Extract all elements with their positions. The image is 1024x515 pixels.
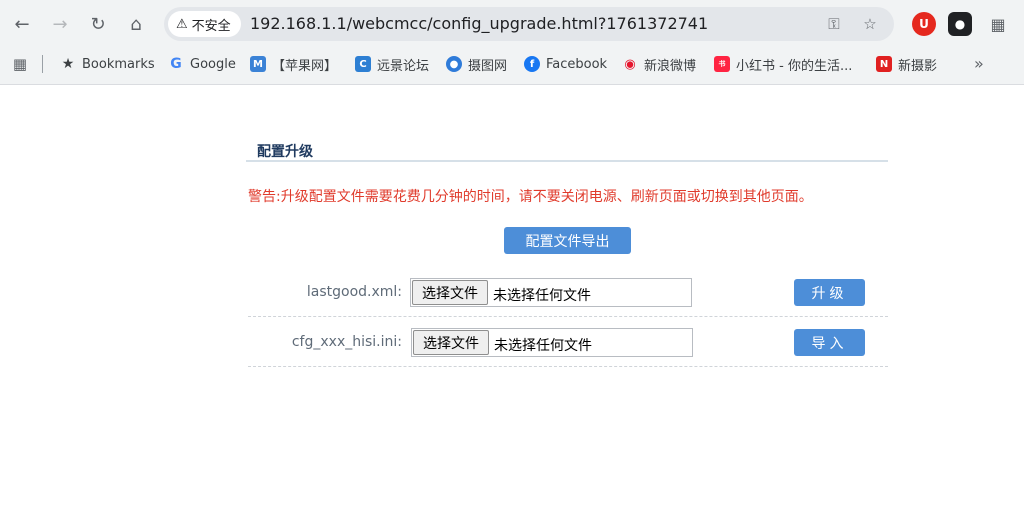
- upgrade-button[interactable]: 升级: [794, 279, 865, 306]
- bookmark-weibo[interactable]: ◉ 新浪微博: [622, 53, 696, 75]
- reload-icon[interactable]: ↻: [84, 10, 112, 38]
- tampermonkey-extension-icon[interactable]: ●: [948, 12, 972, 36]
- url-text[interactable]: 192.168.1.1/webcmcc/config_upgrade.html?…: [250, 14, 708, 33]
- bookmark-pcbeta[interactable]: C 远景论坛: [355, 53, 429, 75]
- cfg-hisi-choose-file-button[interactable]: 选择文件: [413, 330, 489, 355]
- row-divider: [248, 316, 888, 317]
- back-arrow-icon[interactable]: ←: [8, 10, 36, 38]
- bookmark-xiaohongshu[interactable]: 书 小红书 - 你的生活...: [714, 53, 852, 75]
- security-chip[interactable]: ⚠ 不安全: [168, 11, 241, 37]
- address-bar[interactable]: ⚠ 不安全 192.168.1.1/webcmcc/config_upgrade…: [164, 7, 894, 41]
- bookmark-apple-site[interactable]: M 【苹果网】: [250, 53, 337, 75]
- facebook-icon: f: [524, 56, 540, 72]
- extensions-puzzle-icon[interactable]: ▦: [986, 12, 1010, 36]
- home-icon[interactable]: ⌂: [122, 10, 150, 38]
- warning-triangle-icon: ⚠: [176, 16, 188, 32]
- xinsheying-icon: N: [876, 56, 892, 72]
- bookmark-bookmarks[interactable]: ★ Bookmarks: [60, 53, 155, 75]
- google-icon: G: [170, 56, 182, 72]
- browser-chrome: ← → ↻ ⌂ ⚠ 不安全 192.168.1.1/webcmcc/config…: [0, 0, 1024, 85]
- page-content: 配置升级 警告:升级配置文件需要花费几分钟的时间，请不要关闭电源、刷新页面或切换…: [0, 86, 1024, 515]
- ublock-extension-icon[interactable]: U: [912, 12, 936, 36]
- lastgood-file-status: 未选择任何文件: [493, 288, 591, 304]
- weibo-icon: ◉: [624, 56, 636, 72]
- star-icon: ★: [61, 56, 75, 72]
- xiaohongshu-icon: 书: [714, 56, 730, 72]
- cfg-hisi-file-status: 未选择任何文件: [494, 338, 592, 354]
- 699pic-icon: ●: [446, 56, 462, 72]
- forward-arrow-icon[interactable]: →: [46, 10, 74, 38]
- import-button[interactable]: 导入: [794, 329, 865, 356]
- bookmark-google[interactable]: G Google: [168, 53, 236, 75]
- bookmark-699pic[interactable]: ● 摄图网: [446, 53, 507, 75]
- lastgood-file-input[interactable]: 选择文件 未选择任何文件: [410, 278, 692, 307]
- row-divider: [248, 366, 888, 367]
- cfg-hisi-file-input[interactable]: 选择文件 未选择任何文件: [411, 328, 693, 357]
- security-label: 不安全: [191, 18, 231, 34]
- browser-toolbar: ← → ↻ ⌂ ⚠ 不安全 192.168.1.1/webcmcc/config…: [0, 0, 1024, 48]
- lastgood-choose-file-button[interactable]: 选择文件: [412, 280, 488, 305]
- bookmark-facebook[interactable]: f Facebook: [524, 53, 607, 75]
- password-key-icon[interactable]: ⚿: [824, 14, 844, 34]
- apps-grid-icon[interactable]: ▦: [10, 54, 30, 74]
- export-config-button[interactable]: 配置文件导出: [504, 227, 631, 254]
- section-divider: [246, 160, 888, 162]
- bookmarks-bar: ▦ ★ Bookmarks G Google M 【苹果网】 C 远景论坛 ● …: [0, 50, 1024, 78]
- more-bookmarks-icon[interactable]: »: [974, 54, 984, 73]
- warning-message: 警告:升级配置文件需要花费几分钟的时间，请不要关闭电源、刷新页面或切换到其他页面…: [248, 189, 813, 205]
- apple-site-icon: M: [250, 56, 266, 72]
- section-title: 配置升级: [257, 144, 313, 160]
- pcbeta-icon: C: [355, 56, 371, 72]
- cfg-hisi-label: cfg_xxx_hisi.ini:: [291, 334, 402, 350]
- bookmark-xinsheying[interactable]: N 新摄影: [876, 53, 937, 75]
- bookmarks-divider: [42, 55, 43, 73]
- lastgood-label: lastgood.xml:: [306, 284, 402, 300]
- bookmark-star-icon[interactable]: ☆: [860, 14, 880, 34]
